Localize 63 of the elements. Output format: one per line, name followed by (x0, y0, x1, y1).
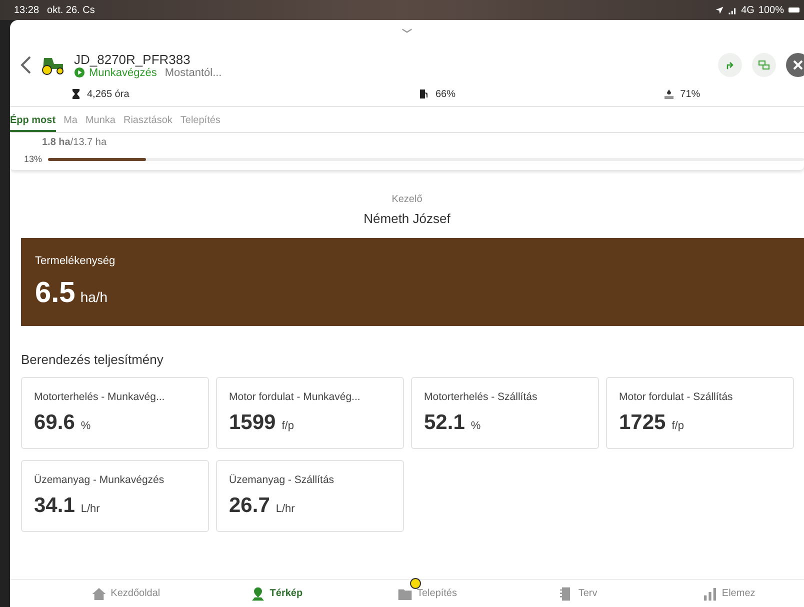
nav-item[interactable]: Terv (502, 580, 654, 607)
productivity-label: Termelékenység (35, 254, 116, 266)
metric-unit: % (80, 420, 91, 432)
tab[interactable]: Munka (85, 115, 116, 132)
metric-unit: f/p (282, 420, 294, 432)
location-icon (715, 6, 724, 14)
fuel-pump-icon (418, 88, 430, 100)
play-icon (74, 67, 85, 78)
productivity-value: 6.5 (35, 276, 76, 310)
metric-label: Motor fordulat - Szállítás (619, 391, 734, 403)
metric-label: Motorterhelés - Munkavég... (34, 391, 166, 403)
metric-label: Motor fordulat - Munkavég... (229, 391, 362, 403)
nav-item[interactable]: Elemez (653, 580, 804, 607)
progress-percent: 13% (24, 154, 42, 164)
machine-name: JD_8270R_PFR383 (74, 52, 192, 66)
close-icon (793, 60, 803, 70)
metric-label: Üzemanyag - Munkavégzés (34, 474, 166, 486)
area-covered-text: 1.8 ha/13.7 ha (42, 137, 108, 148)
hourglass-icon (70, 88, 82, 100)
operator-label: Kezelő (392, 194, 422, 205)
nav-item[interactable]: Térkép (200, 580, 352, 607)
metric-value: 1725 (619, 411, 666, 435)
tab[interactable]: Ma (64, 115, 78, 132)
metric-label: Üzemanyag - Szállítás (229, 474, 336, 486)
nav-item[interactable]: Telepítés (352, 580, 502, 607)
stat-value: 4,265 óra (87, 88, 130, 100)
metric-value: 34.1 (34, 494, 75, 518)
metric-unit: f/p (672, 420, 684, 432)
nav-item[interactable]: Kezdőoldal (50, 580, 201, 607)
overlap-squares-icon (758, 60, 770, 70)
notification-dot (410, 578, 421, 589)
map-pin-icon (250, 586, 266, 602)
metric-label: Motorterhelés - Szállítás (424, 391, 538, 403)
home-icon (90, 586, 107, 602)
productivity-unit: ha/h (80, 288, 108, 304)
stat-value: 66% (435, 88, 456, 100)
tab[interactable]: Épp most (10, 115, 56, 132)
status-time: 13:28 okt. 26. Cs (14, 4, 95, 16)
tab[interactable]: Riasztások (123, 115, 172, 132)
metric-value: 1599 (229, 411, 276, 435)
operator-name: Németh József (364, 211, 450, 226)
state-since: Mostantól... (164, 66, 222, 78)
tab[interactable]: Telepítés (180, 115, 220, 132)
metric-value: 26.7 (229, 494, 270, 518)
stat-value: 71% (680, 88, 700, 100)
metric-value: 69.6 (34, 411, 75, 435)
arrow-turn-icon (725, 60, 735, 70)
metric-unit: % (470, 420, 481, 432)
battery-label: 100% (758, 4, 784, 16)
metric-unit: L/hr (276, 503, 295, 515)
section-title: Berendezés teljesítmény (21, 352, 164, 367)
fluid-level-icon (663, 88, 676, 100)
share-button[interactable] (718, 53, 742, 77)
signal-icon (728, 6, 738, 14)
machine-state: Munkavégzés (89, 66, 157, 78)
tractor-icon (40, 55, 66, 75)
network-label: 4G (741, 4, 754, 16)
metric-unit: L/hr (80, 503, 100, 515)
metric-value: 52.1 (424, 411, 465, 435)
back-icon[interactable] (20, 55, 32, 75)
compare-button[interactable] (752, 53, 776, 77)
bar-chart-icon (702, 586, 718, 602)
close-button[interactable] (786, 53, 804, 77)
